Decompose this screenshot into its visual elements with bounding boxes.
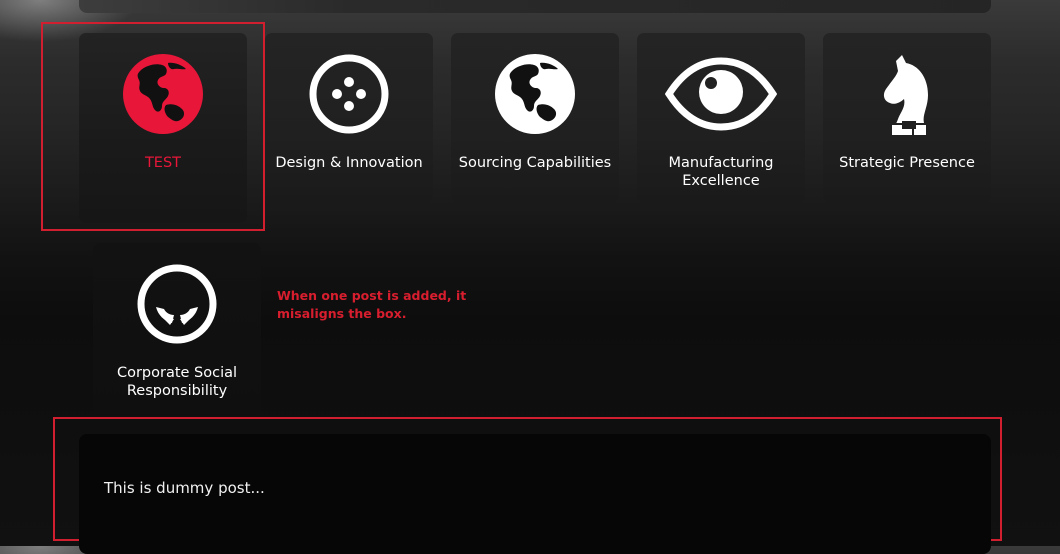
globe-icon: [494, 53, 576, 135]
tile-label: Sourcing Capabilities: [458, 155, 612, 171]
annotation-note: When one post is added, it misaligns the…: [277, 288, 467, 321]
button-icon: [308, 53, 390, 135]
highlight-box-tile: [41, 22, 265, 231]
post-text: This is dummy post...: [104, 479, 265, 497]
top-bar: [79, 0, 991, 13]
tile-strategic-presence[interactable]: Strategic Presence: [823, 33, 991, 203]
tile-design-innovation[interactable]: Design & Innovation: [265, 33, 433, 203]
tile-manufacturing-excellence[interactable]: Manufacturing Excellence: [637, 33, 805, 203]
tile-corporate-social-responsibility[interactable]: Corporate Social Responsibility: [93, 243, 261, 413]
tile-label: Strategic Presence: [839, 155, 975, 171]
tile-label: Manufacturing Excellence: [668, 155, 774, 189]
tile-label: Corporate Social Responsibility: [116, 365, 238, 399]
chess-knight-icon: [866, 53, 948, 135]
eye-icon: [665, 53, 777, 135]
hands-circle-icon: [136, 263, 218, 345]
tile-sourcing-capabilities[interactable]: Sourcing Capabilities: [451, 33, 619, 203]
post-box: This is dummy post...: [79, 434, 991, 554]
tile-label: Design & Innovation: [275, 155, 423, 171]
